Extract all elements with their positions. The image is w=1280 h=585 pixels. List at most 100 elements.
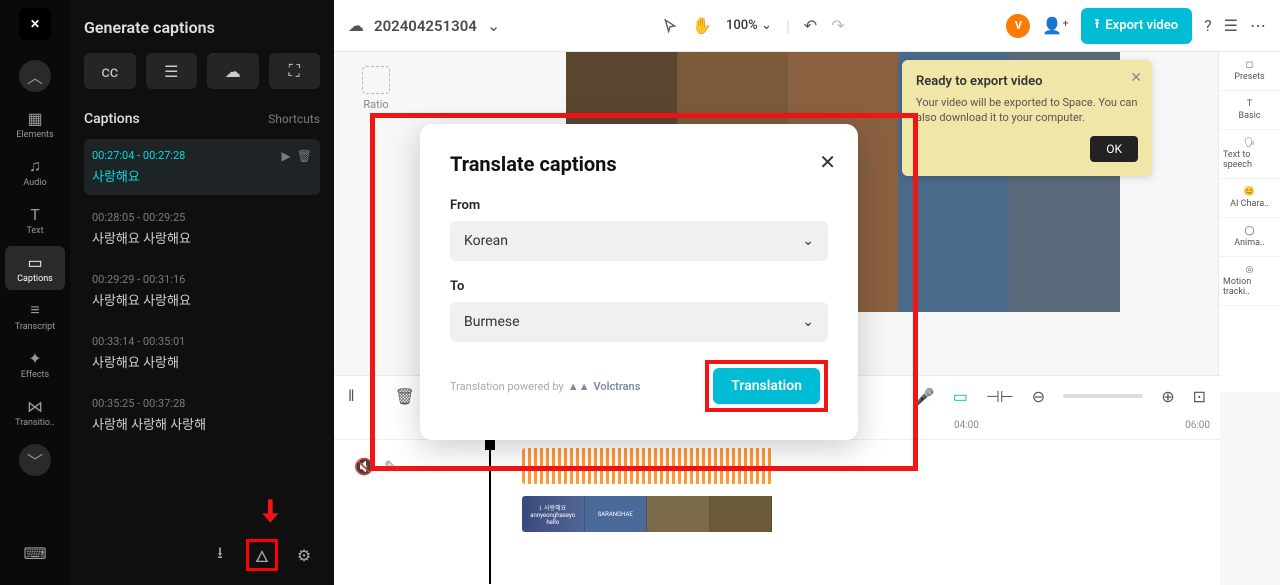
rnav-motion[interactable]: ◎Motion tracki.. bbox=[1219, 257, 1280, 306]
panel-title: Generate captions bbox=[84, 18, 320, 37]
anim-icon: ◯ bbox=[1244, 226, 1254, 236]
annotation-highlight: Translation bbox=[705, 360, 828, 412]
delete-icon[interactable]: 🗑 bbox=[297, 149, 312, 163]
mode-scan[interactable]: ⛶ bbox=[269, 53, 321, 89]
undo[interactable]: ↶ bbox=[804, 16, 817, 35]
caption-time: 00:33:14 - 00:35:01 bbox=[92, 335, 312, 348]
caption-item[interactable]: 00:33:14 - 00:35:01 사랑해요 사랑해 bbox=[84, 325, 320, 381]
person-add-icon: 👤⁺ bbox=[1042, 16, 1068, 35]
app-logo[interactable]: ✕ bbox=[19, 8, 51, 40]
to-label: To bbox=[450, 279, 828, 294]
nav-audio[interactable]: ♫Audio bbox=[5, 150, 65, 194]
video-clip[interactable]: I. 사랑해요annyeonghaseyohello SARANGHAE bbox=[522, 496, 772, 532]
tl-fit[interactable]: ⊡ bbox=[1193, 387, 1206, 406]
rnav-anim[interactable]: ◯Anima.. bbox=[1219, 218, 1280, 257]
rnav-basic[interactable]: TBasic bbox=[1219, 91, 1280, 130]
caption-item[interactable]: 00:28:05 - 00:29:25 사랑해요 사랑해요 bbox=[84, 201, 320, 257]
tl-zoom-slider[interactable] bbox=[1063, 394, 1143, 398]
chevron-down-icon: ﹀ bbox=[27, 448, 43, 472]
nav-effects[interactable]: ✦Effects bbox=[5, 342, 65, 386]
to-language-select[interactable]: Burmese ⌄ bbox=[450, 302, 828, 342]
caption-item[interactable]: 00:35:25 - 00:37:28 사랑해 사랑해 사랑해 bbox=[84, 387, 320, 443]
sliders-icon: ⚙ bbox=[297, 546, 311, 565]
chevron-down-icon: ⌄ bbox=[802, 233, 814, 249]
tooltip-title: Ready to export video bbox=[916, 74, 1138, 89]
basic-icon: T bbox=[1247, 99, 1252, 109]
nav-keyboard[interactable]: ⌨ bbox=[5, 537, 65, 569]
tooltip-ok-button[interactable]: OK bbox=[1090, 136, 1138, 162]
caption-text: 사랑해요 사랑해요 bbox=[92, 290, 312, 309]
nav-captions[interactable]: ▭Captions bbox=[5, 246, 65, 290]
nav-transcript[interactable]: ≡ Transcript bbox=[5, 294, 65, 338]
nav-transition[interactable]: ⋈ Transitio.. bbox=[5, 390, 65, 434]
tl-zoom-in[interactable]: ⊕ bbox=[1161, 387, 1174, 406]
transcript-icon: ≡ bbox=[25, 300, 45, 320]
captions-icon: ▭ bbox=[25, 252, 45, 272]
redo-icon: ↷ bbox=[831, 16, 844, 35]
tl-zoom-out[interactable]: ⊖ bbox=[1032, 387, 1045, 406]
cursor-icon bbox=[662, 18, 678, 34]
avatar[interactable]: V bbox=[1006, 14, 1030, 38]
nav-label: Transitio.. bbox=[15, 418, 55, 428]
to-value: Burmese bbox=[464, 314, 520, 330]
chevron-down-icon: ⌄ bbox=[487, 16, 500, 35]
rnav-ai-char[interactable]: 😊AI Chara.. bbox=[1219, 179, 1280, 218]
project-dropdown[interactable]: ⌄ bbox=[487, 16, 500, 35]
hand-tool[interactable]: ✋ bbox=[692, 16, 712, 35]
caption-mode-row: cc ☰ ☁ ⛶ bbox=[84, 53, 320, 89]
caption-item[interactable]: 00:29:29 - 00:31:16 사랑해요 사랑해요 bbox=[84, 263, 320, 319]
more-icon: ⋯ bbox=[1250, 16, 1266, 35]
from-language-select[interactable]: Korean ⌄ bbox=[450, 221, 828, 261]
rail-collapse-down[interactable]: ﹀ bbox=[19, 444, 51, 476]
rnav-presets[interactable]: ◻Presets bbox=[1219, 52, 1280, 91]
tl-split[interactable]: ‖ bbox=[348, 386, 355, 406]
stack-icon: ☰ bbox=[1224, 16, 1238, 35]
transition-icon: ⋈ bbox=[25, 396, 45, 416]
audio-icon: ♫ bbox=[25, 156, 45, 176]
right-nav-rail: ◻Presets TBasic 🗣Text to speech 😊AI Char… bbox=[1218, 52, 1280, 392]
rnav-tts[interactable]: 🗣Text to speech bbox=[1219, 130, 1280, 179]
nav-elements[interactable]: ▦Elements bbox=[5, 102, 65, 146]
shortcuts-link[interactable]: Shortcuts bbox=[268, 112, 320, 126]
text-icon: T bbox=[25, 204, 45, 224]
topbar: ☁ 202404251304 ⌄ ✋ 100% ⌄ | ↶ ↷ V 👤⁺ ⭱Ex… bbox=[334, 0, 1280, 52]
translate-captions-button[interactable]: 🜂 bbox=[246, 539, 278, 571]
export-tooltip: ✕ Ready to export video Your video will … bbox=[902, 60, 1152, 176]
redo[interactable]: ↷ bbox=[831, 16, 844, 35]
cursor-tool[interactable] bbox=[662, 18, 678, 34]
chevron-up-icon: ︿ bbox=[25, 66, 45, 86]
video-track[interactable]: I. 사랑해요annyeonghaseyohello SARANGHAE bbox=[424, 492, 1220, 536]
nav-text[interactable]: TText bbox=[5, 198, 65, 242]
more[interactable]: ⋯ bbox=[1250, 16, 1266, 35]
share[interactable]: 👤⁺ bbox=[1042, 16, 1068, 35]
rail-collapse-up[interactable]: ︿ bbox=[19, 60, 51, 92]
play-icon[interactable]: ▶ bbox=[282, 149, 291, 163]
download-captions[interactable]: ⭳ bbox=[204, 539, 236, 571]
modal-close-button[interactable]: ✕ bbox=[819, 150, 836, 174]
hand-icon: ✋ bbox=[692, 16, 712, 35]
tooltip-close[interactable]: ✕ bbox=[1130, 70, 1142, 86]
panel-bottom-toolbar: ⭳ 🜂 ⚙ bbox=[84, 539, 320, 571]
modal-title: Translate captions bbox=[450, 152, 828, 176]
mode-cc[interactable]: cc bbox=[84, 53, 136, 89]
effects-icon: ✦ bbox=[25, 348, 45, 368]
translate-button[interactable]: Translation bbox=[713, 368, 820, 404]
nav-label: Transcript bbox=[15, 322, 55, 332]
mode-subtitle[interactable]: ☰ bbox=[146, 53, 198, 89]
settings-captions[interactable]: ⚙ bbox=[288, 539, 320, 571]
caption-time: 00:28:05 - 00:29:25 bbox=[92, 211, 312, 224]
help-icon: ? bbox=[1204, 16, 1212, 35]
tl-captions-toggle[interactable]: ▭ bbox=[953, 387, 968, 406]
zoom-level[interactable]: 100% ⌄ bbox=[726, 18, 772, 33]
help[interactable]: ? bbox=[1204, 16, 1212, 35]
caption-item[interactable]: 00:27:04 - 00:27:28 사랑해요 ▶ 🗑 bbox=[84, 139, 320, 195]
history[interactable]: ☰ bbox=[1224, 16, 1238, 35]
ratio-tool[interactable]: Ratio bbox=[354, 66, 398, 111]
mode-download[interactable]: ☁ bbox=[207, 53, 259, 89]
caption-text: 사랑해요 bbox=[92, 166, 312, 185]
export-button[interactable]: ⭱Export video bbox=[1081, 8, 1192, 44]
tl-align[interactable]: ⊣⊢ bbox=[986, 387, 1014, 406]
captions-panel: Generate captions cc ☰ ☁ ⛶ Captions Shor… bbox=[70, 0, 334, 585]
project-name[interactable]: 202404251304 bbox=[374, 17, 477, 35]
cloud-sync[interactable]: ☁ bbox=[348, 16, 364, 35]
